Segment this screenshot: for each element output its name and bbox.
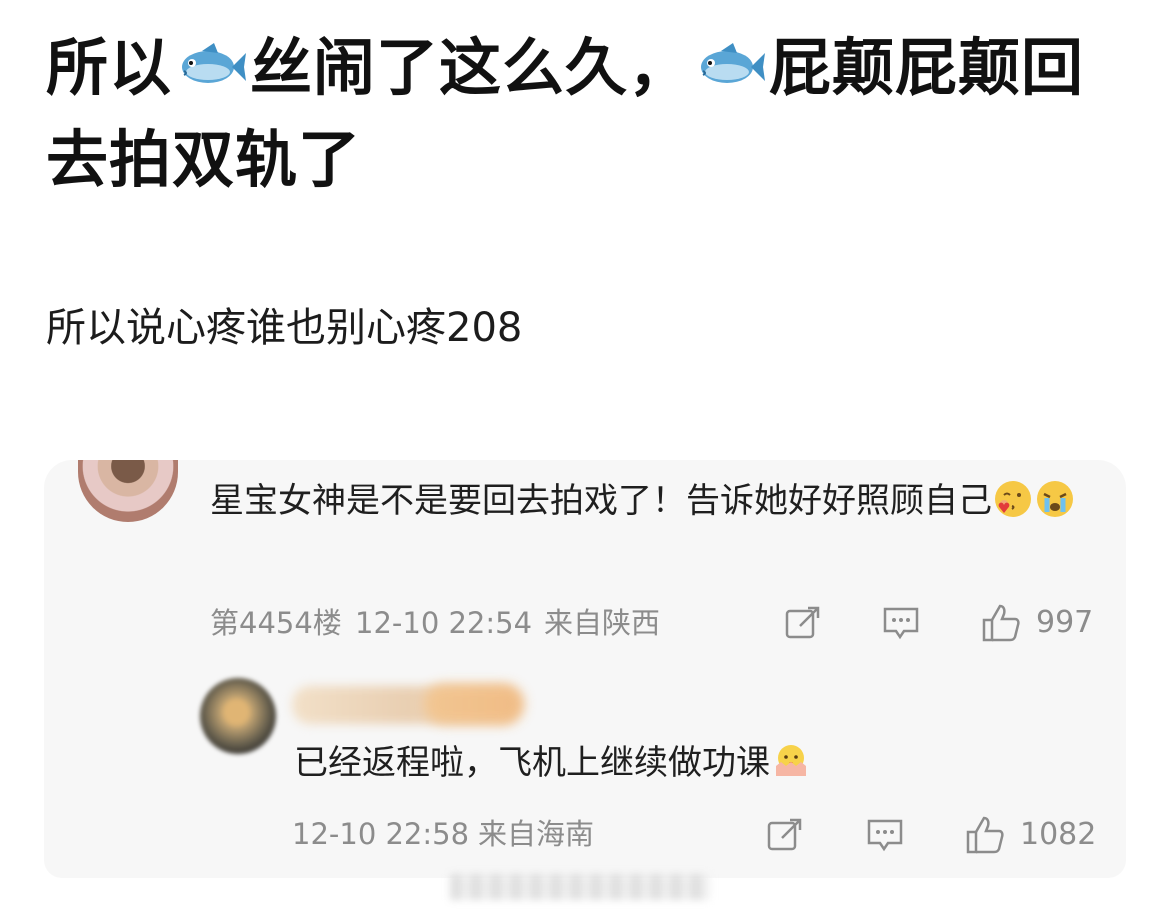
- avatar[interactable]: [78, 460, 178, 522]
- comment-floor: 第4454楼: [210, 606, 342, 640]
- headline-part-2: 丝闹了这么久，: [250, 31, 692, 104]
- hatching-chick-emoji-icon: [776, 745, 806, 776]
- comment-location: 来自陕西: [544, 606, 661, 640]
- comment-time: 12-10 22:54: [355, 606, 533, 640]
- comment-body: 星宝女神是不是要回去拍戏了！告诉她好好照顾自己: [210, 474, 1110, 528]
- reply-like-count: 1082: [1020, 817, 1097, 852]
- like-icon[interactable]: [964, 814, 1006, 856]
- comment-icon[interactable]: [882, 604, 920, 642]
- like-icon[interactable]: [980, 602, 1022, 644]
- post-headline: 所以 丝闹了这么久， 屁颠屁颠回去拍双轨了: [46, 22, 1126, 206]
- kiss-heart-emoji-icon: [995, 481, 1031, 517]
- post-subtitle: 所以说心疼谁也别心疼208: [46, 305, 523, 351]
- share-icon[interactable]: [784, 604, 822, 642]
- reply-text: 已经返程啦，飞机上继续做功课: [294, 743, 770, 783]
- comment-text: 星宝女神是不是要回去拍戏了！告诉她好好照顾自己: [210, 481, 992, 521]
- headline-part-1: 所以: [46, 31, 173, 104]
- fish-icon: [182, 43, 247, 83]
- comment-card: 星宝女神是不是要回去拍戏了！告诉她好好照顾自己 第4454楼 12-10 22:…: [44, 460, 1126, 878]
- crying-emoji-icon: [1037, 481, 1073, 517]
- comment-icon[interactable]: [866, 816, 904, 854]
- reply-body: 已经返程啦，飞机上继续做功课: [294, 736, 812, 790]
- watermark: [450, 874, 710, 900]
- like-count: 997: [1036, 605, 1094, 640]
- reply-badge-blurred: [424, 684, 524, 724]
- reply-time: 12-10 22:58: [292, 817, 470, 851]
- share-icon[interactable]: [766, 816, 804, 854]
- fish-icon: [701, 43, 766, 83]
- reply-avatar[interactable]: [200, 678, 276, 754]
- reply-location: 来自海南: [478, 817, 595, 851]
